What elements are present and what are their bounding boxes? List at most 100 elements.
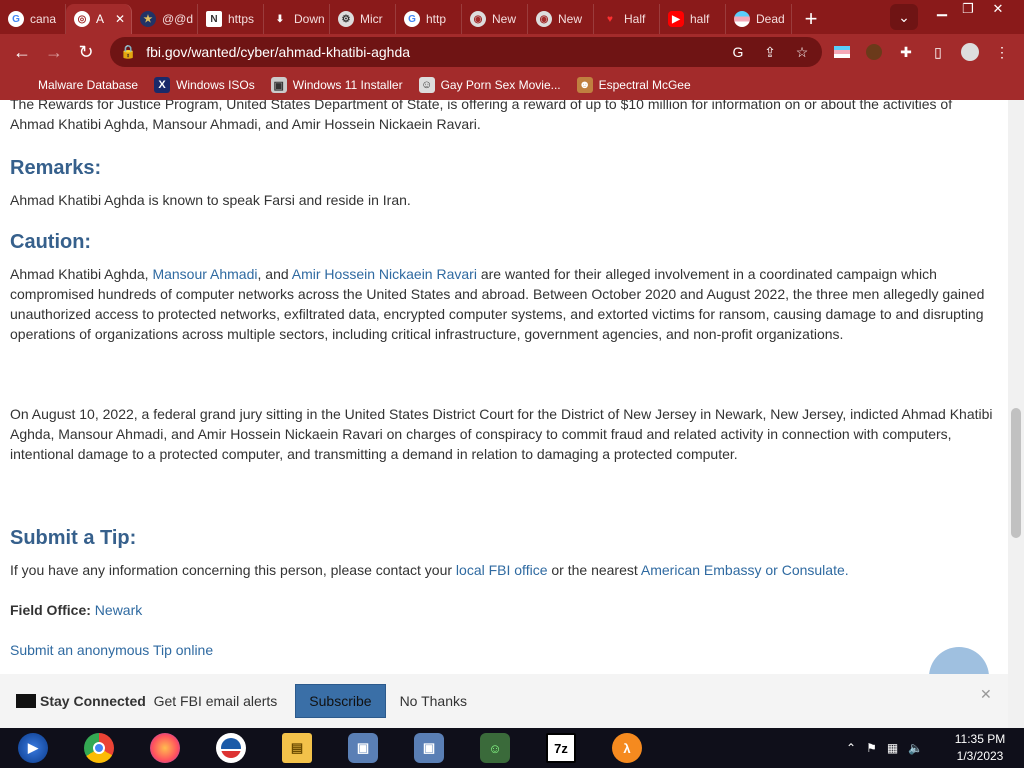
bookmark-espectral-mcgee[interactable]: ☻ Espectral McGee: [576, 77, 691, 93]
scrollbar-thumb[interactable]: [1011, 408, 1021, 538]
close-window-button[interactable]: ✕: [984, 0, 1012, 18]
tab-7[interactable]: ◉ New: [462, 4, 528, 34]
face-icon: ☺: [418, 77, 435, 93]
remarks-heading: Remarks:: [10, 157, 102, 179]
subscribe-button[interactable]: Subscribe: [295, 684, 386, 718]
tab-strip: Gcana ◎ A ✕ ★ @@d Nhttps ⬇ Down ⚙ Micr Ghttp …: [0, 0, 1024, 34]
url-text[interactable]: fbi.gov/wanted/cyber/ahmad-khatibi-aghda: [146, 44, 410, 60]
caution-text: Ahmad Khatibi Aghda, Mansour Ahmadi, and…: [10, 266, 985, 342]
bookmark-malware-database[interactable]: Malware Database: [38, 78, 138, 92]
caution-heading: Caution:: [10, 231, 92, 253]
tab-0[interactable]: Gcana: [0, 4, 66, 34]
bookmark-movie[interactable]: ☺ Gay Porn Sex Movie...: [418, 77, 561, 93]
download-icon: ⬇: [275, 13, 285, 25]
google-icon: G: [8, 11, 24, 27]
flag-extension-icon[interactable]: [832, 42, 852, 62]
back-button[interactable]: ←: [6, 36, 38, 68]
extensions-icon[interactable]: ✚: [896, 42, 916, 62]
article-content: The Rewards for Justice Program, United …: [10, 100, 1000, 660]
lock-icon[interactable]: 🔒: [120, 44, 136, 60]
avatar-extension-icon[interactable]: [864, 42, 884, 62]
chrome-icon: ◉: [536, 11, 552, 27]
stay-connected-title: Stay Connected: [40, 693, 146, 709]
menu-icon[interactable]: ⋮: [992, 42, 1012, 62]
mail-icon: [16, 694, 36, 708]
flag-icon[interactable]: ⚑: [866, 741, 877, 755]
bookmark-star-icon[interactable]: ☆: [792, 44, 812, 61]
bookmarks-bar: Malware Database X Windows ISOs ▣ Windows …: [0, 70, 1024, 100]
side-panel-icon[interactable]: ▯: [928, 42, 948, 62]
tab-11[interactable]: Dead: [726, 4, 792, 34]
obama-logo-icon[interactable]: [198, 728, 264, 768]
local-fbi-office-link[interactable]: local FBI office: [456, 562, 548, 578]
tab-2[interactable]: ★ @@d: [132, 4, 198, 34]
rewards-text-2: Ahmad Khatibi Aghda, Mansour Ahmadi, and…: [10, 116, 481, 132]
news-icon: N: [206, 11, 222, 27]
chrome-icon[interactable]: [66, 728, 132, 768]
users-icon[interactable]: ☺: [462, 728, 528, 768]
chrome-icon: ◉: [470, 11, 486, 27]
tab-1[interactable]: ◎ A ✕: [66, 4, 132, 34]
stay-connected-text: Get FBI email alerts: [153, 693, 278, 709]
tab-6[interactable]: Ghttp: [396, 4, 462, 34]
tab-10[interactable]: ▶ half: [660, 4, 726, 34]
tip-text: If you have any information concerning t…: [10, 562, 849, 578]
tab-3[interactable]: Nhttps: [198, 4, 264, 34]
address-bar[interactable]: 🔒 fbi.gov/wanted/cyber/ahmad-khatibi-agh…: [110, 37, 822, 67]
x-icon: X: [154, 77, 171, 93]
chevron-up-icon[interactable]: ⌃: [846, 741, 856, 755]
indictment-text: On August 10, 2022, a federal grand jury…: [10, 406, 993, 462]
tab-4[interactable]: ⬇ Down: [264, 4, 330, 34]
file-explorer-icon[interactable]: ▤: [264, 728, 330, 768]
time: 11:35 PM: [954, 732, 1006, 746]
submit-tip-heading: Submit a Tip:: [10, 527, 137, 549]
stay-connected-bar: Stay Connected Get FBI email alerts Subs…: [0, 674, 1008, 728]
media-center-icon[interactable]: ▶: [0, 728, 66, 768]
volume-icon[interactable]: 🔈: [908, 741, 923, 755]
computer-icon-2[interactable]: ▣: [396, 728, 462, 768]
firefox-icon[interactable]: [132, 728, 198, 768]
computer-icon[interactable]: ▣: [330, 728, 396, 768]
page-viewport: The Rewards for Justice Program, United …: [0, 100, 1008, 728]
no-thanks-button[interactable]: No Thanks: [400, 693, 467, 709]
system-tray: ⌃ ⚑ ▦ 🔈: [846, 728, 933, 768]
image-icon: ▣: [270, 77, 287, 93]
7zip-icon[interactable]: 7z: [528, 728, 594, 768]
rewards-text: The Rewards for Justice Program, United …: [10, 100, 953, 112]
bookmark-windows-isos[interactable]: X Windows ISOs: [154, 77, 255, 93]
settings-icon: ⚙: [338, 11, 354, 27]
close-tab-icon[interactable]: ✕: [115, 12, 125, 26]
browser-toolbar: ← → ↻ 🔒 fbi.gov/wanted/cyber/ahmad-khati…: [0, 34, 1024, 70]
newark-link[interactable]: Newark: [95, 602, 142, 618]
date: 1/3/2023: [956, 749, 1004, 763]
anonymous-tip-link[interactable]: Submit an anonymous Tip online: [10, 642, 213, 658]
amir-ravari-link[interactable]: Amir Hossein Nickaein Ravari: [292, 266, 477, 282]
half-icon: ♥: [607, 13, 613, 25]
globe-icon: ◎: [74, 11, 90, 27]
remarks-text: Ahmad Khatibi Aghda is known to speak Fa…: [10, 192, 411, 208]
network-icon[interactable]: ▦: [887, 741, 898, 755]
share-icon[interactable]: ⇪: [760, 44, 780, 61]
google-icon[interactable]: G: [728, 44, 748, 60]
restore-button[interactable]: ❐: [954, 0, 982, 18]
google-icon: G: [404, 11, 420, 27]
youtube-icon: ▶: [668, 11, 684, 27]
forward-button[interactable]: →: [38, 36, 70, 68]
embassy-link[interactable]: American Embassy or Consulate.: [641, 562, 849, 578]
flag-icon: [734, 11, 750, 27]
clock[interactable]: 11:35 PM 1/3/2023: [950, 731, 1010, 765]
mansour-ahmadi-link[interactable]: Mansour Ahmadi: [152, 266, 257, 282]
tab-8[interactable]: ◉ New: [528, 4, 594, 34]
bookmark-windows-11-installer[interactable]: ▣ Windows 11 Installer: [270, 77, 403, 93]
close-icon[interactable]: ✕: [980, 686, 992, 703]
half-life-icon[interactable]: λ: [594, 728, 660, 768]
field-office: Field Office: Newark: [10, 602, 143, 618]
tab-search-button[interactable]: ⌄: [890, 4, 918, 30]
tab-5[interactable]: ⚙ Micr: [330, 4, 396, 34]
profile-icon[interactable]: [960, 42, 980, 62]
minimize-button[interactable]: ▁: [928, 0, 956, 18]
reload-button[interactable]: ↻: [70, 36, 102, 68]
fbi-seal-icon: ★: [140, 11, 156, 27]
tab-9[interactable]: ♥ Half: [594, 4, 660, 34]
new-tab-button[interactable]: +: [796, 4, 826, 34]
